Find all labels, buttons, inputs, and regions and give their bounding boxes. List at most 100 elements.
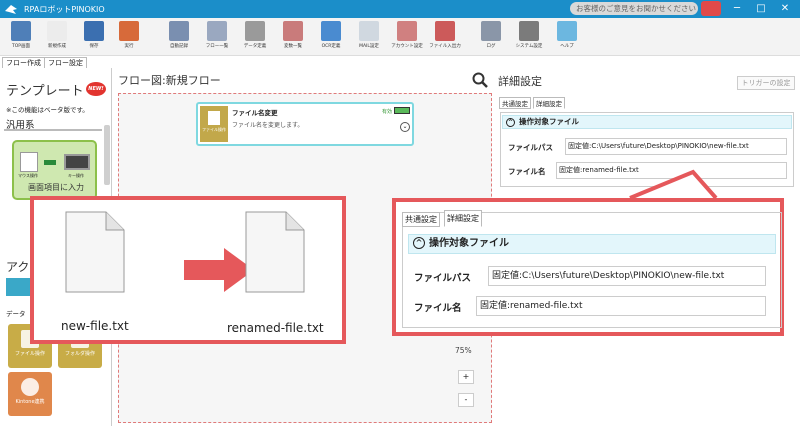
after-filename: renamed-file.txt <box>227 321 324 335</box>
section-title: 操作対象ファイル <box>429 238 509 249</box>
new-badge: NEW! <box>86 82 106 96</box>
node-description: ファイル名を変更します。 <box>232 122 304 129</box>
run-icon <box>119 21 139 41</box>
name-label: ファイル名 <box>508 167 546 176</box>
before-filename: new-file.txt <box>61 319 129 333</box>
node-title: ファイル名変更 <box>232 109 278 117</box>
zoom-tab-detail[interactable]: 詳細設定 <box>444 210 482 227</box>
toolbar-button-data-def[interactable]: データ定義 <box>236 21 274 55</box>
record-icon <box>169 21 189 41</box>
section-target-file[interactable]: ^ 操作対象ファイル <box>502 115 792 129</box>
toolbar-button-top[interactable]: TOP画面 <box>2 21 40 55</box>
file-ops-icon: ファイル操作 <box>200 106 228 142</box>
collapse-icon: ^ <box>506 117 515 127</box>
palette-scrollbar[interactable] <box>104 125 110 185</box>
toolbar-button-mail[interactable]: MAIL設定 <box>350 21 388 55</box>
toolbar-button-log[interactable]: ログ <box>472 21 510 55</box>
database-icon <box>245 21 265 41</box>
zoom-file-name-field[interactable]: 固定値:renamed-file.txt <box>476 296 766 316</box>
zoom-section-target-file[interactable]: ^ 操作対象ファイル <box>408 234 776 254</box>
save-icon <box>84 21 104 41</box>
new-file-icon <box>47 21 67 41</box>
mouse-label: マウス操作 <box>18 173 38 178</box>
flow-list-icon <box>207 21 227 41</box>
rename-illustration: new-file.txt renamed-file.txt <box>30 196 346 344</box>
collapse-icon: ^ <box>413 237 425 249</box>
tile-label: フォルダ操作 <box>64 351 95 357</box>
arrow-right-icon <box>44 160 56 165</box>
zoom-path-label: ファイルパス <box>414 273 472 284</box>
section-title: 操作対象ファイル <box>519 117 579 126</box>
palette-title: テンプレート <box>6 84 84 99</box>
template-card-caption: 画面項目に入力 <box>28 183 84 192</box>
variables-icon <box>283 21 303 41</box>
file-path-field[interactable]: 固定値:C:\Users\future\Desktop\PINOKIO\new-… <box>565 138 787 155</box>
search-icon[interactable] <box>472 72 488 88</box>
trigger-settings-button[interactable]: トリガーの設定 <box>737 76 795 90</box>
toolbar-button-help[interactable]: ヘルプ <box>548 21 586 55</box>
help-icon <box>557 21 577 41</box>
toolbar-button-record[interactable]: 自動記録 <box>160 21 198 55</box>
flow-title: フロー図:新規フロー <box>118 74 221 87</box>
document-after-icon <box>245 211 305 293</box>
cloud-icon <box>21 378 39 396</box>
toolbar-button-file-io[interactable]: ファイル入出力 <box>426 21 464 55</box>
file-name-field[interactable]: 固定値:renamed-file.txt <box>556 162 787 179</box>
title-bar: RPAロボットPINOKIO お客様のご意見をお聞かせください ─ □ ✕ <box>0 0 800 18</box>
gear-icon <box>519 21 539 41</box>
tab-flow-create[interactable]: フロー作成 <box>2 57 45 68</box>
minimize-button[interactable]: ─ <box>730 2 744 16</box>
toolbar-button-variables[interactable]: 変数一覧 <box>274 21 312 55</box>
close-button[interactable]: ✕ <box>778 2 792 16</box>
key-label: キー操作 <box>68 173 84 178</box>
keyboard-icon <box>64 154 90 170</box>
app-title: RPAロボットPINOKIO <box>24 4 105 14</box>
tab-detail-settings[interactable]: 詳細設定 <box>533 97 565 109</box>
toolbar-button-new[interactable]: 新規作成 <box>38 21 76 55</box>
path-label: ファイルパス <box>508 143 553 152</box>
document-icon <box>208 111 220 125</box>
tile-kintone[interactable]: Kintone連携 <box>8 372 52 416</box>
template-card-input[interactable]: マウス操作 キー操作 画面項目に入力 <box>12 140 97 200</box>
ocr-icon <box>321 21 341 41</box>
pinokio-logo-icon <box>5 5 17 14</box>
tile-label: ファイル操作 <box>14 351 45 357</box>
node-icon-label: ファイル操作 <box>202 127 226 132</box>
toolbar-button-system[interactable]: システム設定 <box>510 21 548 55</box>
maximize-button[interactable]: □ <box>754 2 768 16</box>
flow-node-rename[interactable]: ファイル操作 ファイル名変更 ファイル名を変更します。 有効 ⌄ <box>196 102 414 146</box>
chevron-down-icon[interactable]: ⌄ <box>400 122 410 132</box>
tab-common-settings[interactable]: 共通設定 <box>499 97 531 109</box>
zoom-tab-common[interactable]: 共通設定 <box>402 212 440 227</box>
beta-note: ※この機能はベータ版です。 <box>6 106 89 114</box>
zoom-name-label: ファイル名 <box>414 303 462 314</box>
toolbar: TOP画面 新規作成 保存 実行 自動記録 フロー一覧 データ定義 変数一覧 O… <box>0 18 800 56</box>
enabled-toggle[interactable] <box>394 107 410 114</box>
csv-tile[interactable] <box>6 278 32 296</box>
toolbar-button-account[interactable]: アカウント設定 <box>388 21 426 55</box>
account-icon <box>397 21 417 41</box>
tile-label: Kintone連携 <box>15 399 45 405</box>
mail-icon <box>359 21 379 41</box>
actions-title: アク <box>6 260 30 274</box>
zoom-out-button[interactable]: - <box>458 393 474 407</box>
tab-flow-settings[interactable]: フロー設定 <box>44 57 87 68</box>
mouse-icon <box>20 152 38 172</box>
zoomed-detail-callout: 共通設定 詳細設定 ^ 操作対象ファイル ファイルパス 固定値:C:\Users\… <box>392 198 784 336</box>
toolbar-button-save[interactable]: 保存 <box>75 21 113 55</box>
zoom-level: 75% <box>455 346 472 355</box>
zoom-file-path-field[interactable]: 固定値:C:\Users\future\Desktop\PINOKIO\new-… <box>488 266 766 286</box>
toolbar-button-flow-list[interactable]: フロー一覧 <box>198 21 236 55</box>
toolbar-button-ocr[interactable]: OCR定義 <box>312 21 350 55</box>
feedback-input[interactable]: お客様のご意見をお聞かせください <box>570 2 698 15</box>
toolbar-button-run[interactable]: 実行 <box>110 21 148 55</box>
log-icon <box>481 21 501 41</box>
home-icon <box>11 21 31 41</box>
feedback-thumb-icon[interactable] <box>701 1 721 16</box>
zoom-in-button[interactable]: + <box>458 370 474 384</box>
detail-title: 詳細設定 <box>498 75 542 88</box>
file-io-icon <box>435 21 455 41</box>
node-status: 有効 <box>382 109 393 115</box>
document-before-icon <box>65 211 125 293</box>
divider <box>4 129 102 131</box>
